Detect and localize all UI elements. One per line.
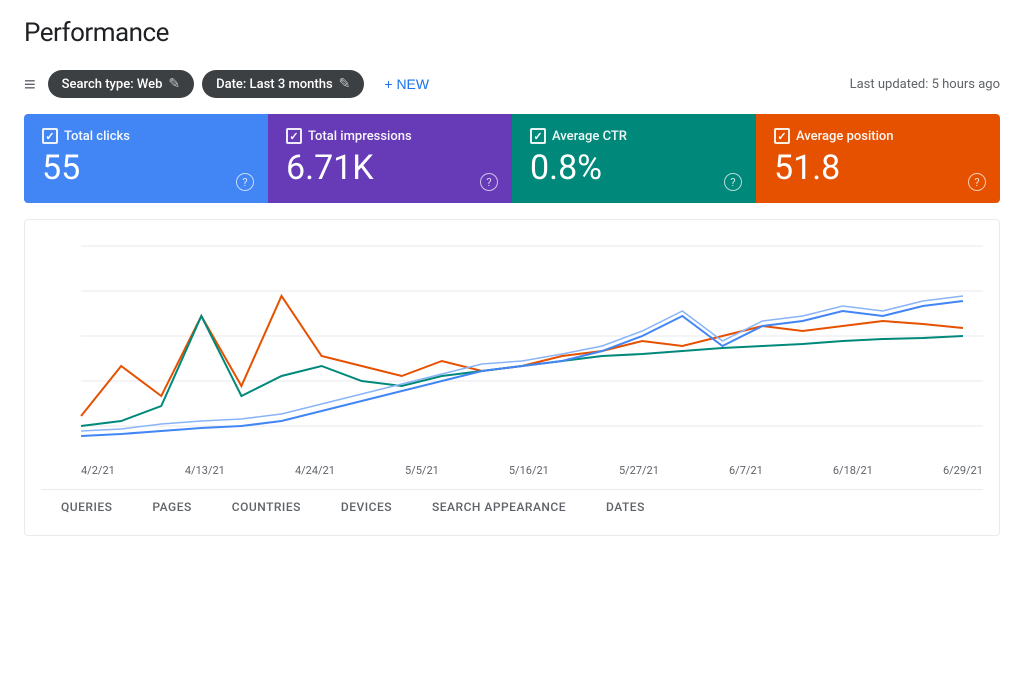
date-range-chip[interactable]: Date: Last 3 months ✎ — [202, 70, 364, 98]
average-ctr-value: 0.8% — [530, 150, 738, 187]
performance-chart — [41, 236, 983, 456]
search-type-chip[interactable]: Search type: Web ✎ — [48, 70, 194, 98]
x-label-5: 5/27/21 — [619, 464, 659, 477]
average-ctr-checkbox[interactable] — [530, 128, 546, 144]
average-position-help-icon[interactable]: ? — [968, 173, 986, 191]
total-impressions-help-icon[interactable]: ? — [480, 173, 498, 191]
total-clicks-help-icon[interactable]: ? — [236, 173, 254, 191]
x-label-2: 4/24/21 — [295, 464, 335, 477]
average-ctr-label: Average CTR — [552, 129, 627, 144]
filter-icon[interactable]: ≡ — [24, 72, 36, 97]
total-clicks-label: Total clicks — [64, 129, 130, 144]
average-position-checkbox[interactable] — [774, 128, 790, 144]
chart-container: 4/2/21 4/13/21 4/24/21 5/5/21 5/16/21 5/… — [24, 219, 1000, 536]
total-impressions-label: Total impressions — [308, 129, 412, 144]
new-button-label: + NEW — [384, 76, 429, 92]
tab-queries[interactable]: QUERIES — [41, 490, 132, 527]
metric-average-ctr[interactable]: Average CTR 0.8% ? — [512, 114, 756, 203]
tab-search-appearance[interactable]: SEARCH APPEARANCE — [412, 490, 586, 527]
page-title: Performance — [24, 0, 1000, 62]
last-updated-text: Last updated: 5 hours ago — [850, 77, 1000, 92]
search-type-label: Search type: Web — [62, 77, 163, 92]
x-label-8: 6/29/21 — [943, 464, 983, 477]
page-container: Performance ≡ Search type: Web ✎ Date: L… — [0, 0, 1024, 683]
metric-average-position[interactable]: Average position 51.8 ? — [756, 114, 1000, 203]
average-position-value: 51.8 — [774, 150, 982, 187]
x-label-1: 4/13/21 — [185, 464, 225, 477]
tabs-row: QUERIES PAGES COUNTRIES DEVICES SEARCH A… — [41, 489, 983, 527]
average-position-label: Average position — [796, 129, 894, 144]
x-label-4: 5/16/21 — [509, 464, 549, 477]
tab-devices[interactable]: DEVICES — [321, 490, 412, 527]
tab-countries[interactable]: COUNTRIES — [212, 490, 321, 527]
x-label-7: 6/18/21 — [833, 464, 873, 477]
x-label-6: 6/7/21 — [729, 464, 763, 477]
toolbar: ≡ Search type: Web ✎ Date: Last 3 months… — [24, 62, 1000, 114]
metric-total-impressions[interactable]: Total impressions 6.71K ? — [268, 114, 512, 203]
average-ctr-help-icon[interactable]: ? — [724, 173, 742, 191]
date-range-edit-icon: ✎ — [339, 76, 351, 92]
search-type-edit-icon: ✎ — [168, 76, 180, 92]
new-button[interactable]: + NEW — [376, 70, 437, 98]
metrics-row: Total clicks 55 ? Total impressions 6.71… — [24, 114, 1000, 203]
tab-dates[interactable]: DATES — [586, 490, 665, 527]
total-clicks-value: 55 — [42, 150, 250, 187]
date-range-label: Date: Last 3 months — [216, 77, 333, 92]
total-impressions-checkbox[interactable] — [286, 128, 302, 144]
total-clicks-checkbox[interactable] — [42, 128, 58, 144]
metric-total-clicks[interactable]: Total clicks 55 ? — [24, 114, 268, 203]
x-label-3: 5/5/21 — [405, 464, 439, 477]
x-axis-labels: 4/2/21 4/13/21 4/24/21 5/5/21 5/16/21 5/… — [41, 460, 983, 477]
total-impressions-value: 6.71K — [286, 150, 494, 187]
x-label-0: 4/2/21 — [81, 464, 115, 477]
tab-pages[interactable]: PAGES — [132, 490, 211, 527]
